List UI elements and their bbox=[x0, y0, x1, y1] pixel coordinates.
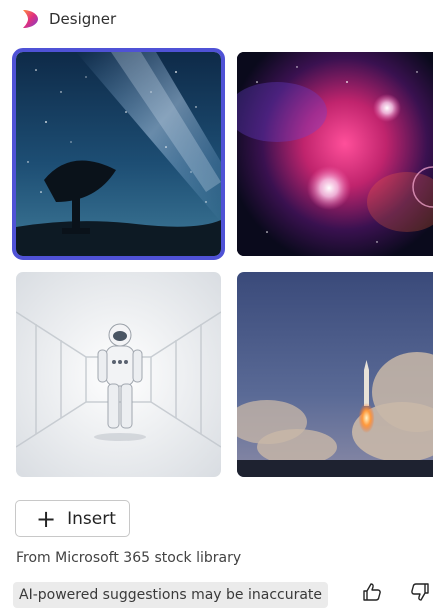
insert-label: Insert bbox=[67, 508, 116, 529]
image-tile-rocket-launch[interactable] bbox=[237, 272, 433, 477]
designer-logo-icon bbox=[23, 10, 38, 28]
app-title: Designer bbox=[49, 10, 117, 28]
ai-disclaimer: AI-powered suggestions may be inaccurate bbox=[13, 582, 329, 608]
insert-button[interactable]: + Insert bbox=[15, 500, 130, 537]
nebula-image bbox=[237, 52, 433, 256]
thumbs-up-icon[interactable] bbox=[361, 581, 383, 603]
header: Designer bbox=[19, 7, 116, 31]
designer-panel: Designer + Insert From Microsoft 365 sto… bbox=[0, 0, 433, 608]
radio-telescope-image bbox=[16, 52, 221, 256]
image-tile-astronaut[interactable] bbox=[16, 272, 221, 477]
plus-icon: + bbox=[36, 504, 57, 533]
rocket-launch-image bbox=[237, 272, 433, 477]
image-tile-radio-telescope[interactable] bbox=[12, 48, 225, 260]
stock-library-source: From Microsoft 365 stock library bbox=[16, 550, 242, 566]
thumbs-down-icon[interactable] bbox=[409, 581, 431, 603]
astronaut-image bbox=[16, 272, 221, 477]
image-tile-nebula[interactable] bbox=[237, 52, 433, 256]
